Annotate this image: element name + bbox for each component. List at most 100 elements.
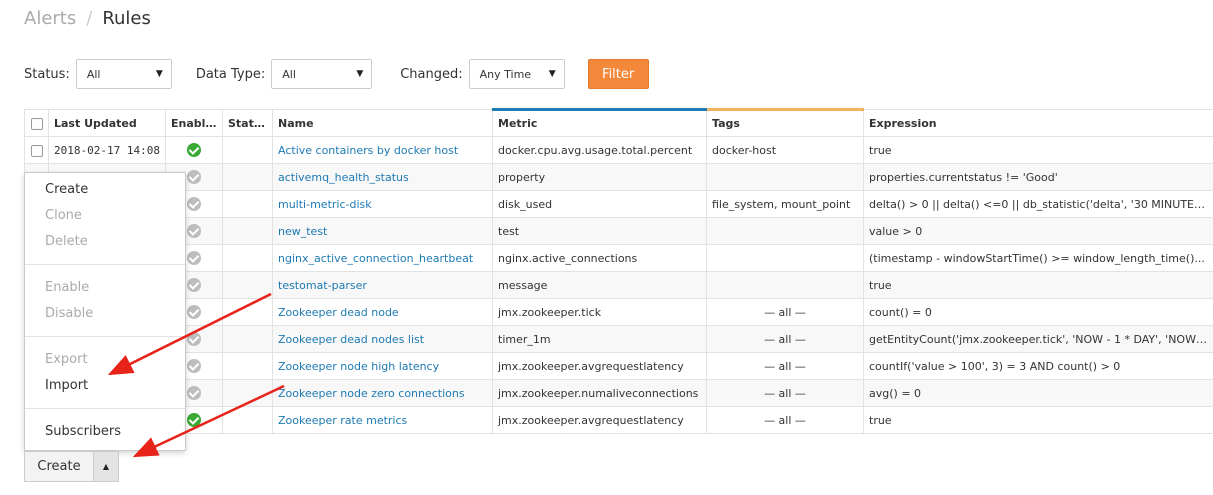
- cell-tags: — all —: [706, 325, 864, 353]
- changed-filter-select[interactable]: Any Time ▼: [468, 59, 565, 89]
- menu-divider: [25, 264, 185, 265]
- column-header-last-updated[interactable]: Last Updated: [48, 109, 166, 137]
- changed-filter-label: Changed:: [400, 66, 463, 82]
- filter-button[interactable]: Filter: [587, 59, 649, 89]
- table-row[interactable]: Zookeeper node zero connections jmx.zooke…: [24, 379, 1213, 407]
- cell-metric: disk_used: [492, 190, 707, 218]
- cell-metric: timer_1m: [492, 325, 707, 353]
- cell-name-link[interactable]: Zookeeper rate metrics: [272, 406, 493, 434]
- cell-expression: properties.currentstatus != 'Good': [863, 163, 1213, 191]
- column-header-status[interactable]: Status: [222, 109, 273, 137]
- select-all-checkbox-cell: [24, 109, 49, 137]
- disabled-check-icon[interactable]: [187, 278, 201, 292]
- table-row[interactable]: Zookeeper node high latency jmx.zookeeper…: [24, 352, 1213, 380]
- data-type-filter-value: All: [282, 67, 296, 81]
- breadcrumb-alerts-link[interactable]: Alerts: [24, 8, 76, 29]
- table-row[interactable]: multi-metric-disk disk_used file_system, m…: [24, 190, 1213, 218]
- menu-item-enable[interactable]: Enable: [25, 276, 185, 300]
- menu-item-clone[interactable]: Clone: [25, 204, 185, 228]
- cell-name-link[interactable]: Zookeeper dead nodes list: [272, 325, 493, 353]
- table-row[interactable]: new_test test value > 0: [24, 217, 1213, 245]
- disabled-check-icon[interactable]: [187, 197, 201, 211]
- disabled-check-icon[interactable]: [187, 359, 201, 373]
- cell-name-link[interactable]: activemq_health_status: [272, 163, 493, 191]
- menu-item-import[interactable]: Import: [25, 374, 185, 398]
- table-header-row: Last Updated Enabled Status Name Metric …: [24, 108, 1213, 137]
- status-filter-select[interactable]: All ▼: [75, 59, 172, 89]
- cell-expression: (timestamp - windowStartTime() >= window…: [863, 244, 1213, 272]
- cell-name-link[interactable]: Zookeeper node zero connections: [272, 379, 493, 407]
- disabled-check-icon[interactable]: [187, 332, 201, 346]
- cell-status: [222, 271, 273, 299]
- column-header-expression[interactable]: Expression: [863, 109, 1213, 137]
- cell-status: [222, 379, 273, 407]
- caret-up-icon: ▲: [102, 462, 110, 471]
- cell-status: [222, 325, 273, 353]
- menu-item-delete[interactable]: Delete: [25, 230, 185, 254]
- column-header-name[interactable]: Name: [272, 109, 493, 137]
- cell-tags: [706, 217, 864, 245]
- cell-tags: [706, 163, 864, 191]
- menu-divider: [25, 408, 185, 409]
- disabled-check-icon[interactable]: [187, 170, 201, 184]
- cell-name-link[interactable]: Active containers by docker host: [272, 136, 493, 164]
- cell-enabled: [165, 136, 223, 164]
- menu-item-export[interactable]: Export: [25, 348, 185, 372]
- cell-name-link[interactable]: Zookeeper dead node: [272, 298, 493, 326]
- cell-status: [222, 406, 273, 434]
- cell-expression: value > 0: [863, 217, 1213, 245]
- menu-divider: [25, 336, 185, 337]
- create-button[interactable]: Create: [24, 451, 93, 482]
- table-row[interactable]: Zookeeper rate metrics jmx.zookeeper.avgr…: [24, 406, 1213, 434]
- create-split-button: Create ▲: [24, 451, 119, 482]
- cell-expression: true: [863, 136, 1213, 164]
- enabled-check-icon[interactable]: [187, 413, 201, 427]
- cell-metric: message: [492, 271, 707, 299]
- cell-tags: — all —: [706, 379, 864, 407]
- table-row[interactable]: 2017-01-30 17:55activemq_health_statuspr…: [24, 163, 1213, 191]
- create-menu-toggle-button[interactable]: ▲: [93, 451, 119, 482]
- chevron-down-icon: ▼: [548, 69, 556, 79]
- table-row[interactable]: Zookeeper dead node jmx.zookeeper.tick — a…: [24, 298, 1213, 326]
- page-title: Rules: [102, 8, 151, 29]
- cell-name-link[interactable]: nginx_active_connection_heartbeat: [272, 244, 493, 272]
- cell-tags: file_system, mount_point: [706, 190, 864, 218]
- disabled-check-icon[interactable]: [187, 305, 201, 319]
- cell-tags: docker-host: [706, 136, 864, 164]
- select-all-checkbox[interactable]: [30, 117, 43, 130]
- menu-item-subscribers[interactable]: Subscribers: [25, 420, 185, 444]
- cell-name-link[interactable]: Zookeeper node high latency: [272, 352, 493, 380]
- disabled-check-icon[interactable]: [187, 386, 201, 400]
- filter-bar: Status: All ▼ Data Type: All ▼ Changed: …: [24, 59, 649, 89]
- cell-metric: jmx.zookeeper.tick: [492, 298, 707, 326]
- cell-expression: getEntityCount('jmx.zookeeper.tick', 'NO…: [863, 325, 1213, 353]
- cell-metric: jmx.zookeeper.avgrequestlatency: [492, 352, 707, 380]
- cell-status: [222, 244, 273, 272]
- cell-tags: [706, 244, 864, 272]
- column-header-enabled[interactable]: Enabled: [165, 109, 223, 137]
- menu-item-create[interactable]: Create: [25, 178, 185, 202]
- column-header-metric[interactable]: Metric: [492, 108, 707, 137]
- column-header-tags[interactable]: Tags: [706, 108, 864, 137]
- status-filter-label: Status:: [24, 66, 70, 82]
- enabled-check-icon[interactable]: [187, 143, 201, 157]
- cell-expression: delta() > 0 || delta() <=0 || db_statist…: [863, 190, 1213, 218]
- disabled-check-icon[interactable]: [187, 251, 201, 265]
- cell-metric: jmx.zookeeper.avgrequestlatency: [492, 406, 707, 434]
- cell-name-link[interactable]: testomat-parser: [272, 271, 493, 299]
- cell-status: [222, 352, 273, 380]
- row-checkbox[interactable]: [30, 144, 43, 157]
- data-type-filter-select[interactable]: All ▼: [271, 59, 373, 89]
- cell-last-updated: 2018-02-17 14:08: [48, 136, 166, 164]
- table-row[interactable]: testomat-parser message true: [24, 271, 1213, 299]
- breadcrumb-separator: /: [86, 8, 93, 29]
- table-row[interactable]: 2018-02-17 14:08 Active containers by doc…: [24, 136, 1213, 164]
- table-row[interactable]: Zookeeper dead nodes list timer_1m — all —…: [24, 325, 1213, 353]
- cell-name-link[interactable]: multi-metric-disk: [272, 190, 493, 218]
- table-row[interactable]: nginx_active_connection_heartbeat nginx.a…: [24, 244, 1213, 272]
- cell-name-link[interactable]: new_test: [272, 217, 493, 245]
- menu-item-disable[interactable]: Disable: [25, 302, 185, 326]
- cell-metric: test: [492, 217, 707, 245]
- chevron-down-icon: ▼: [356, 69, 364, 79]
- disabled-check-icon[interactable]: [187, 224, 201, 238]
